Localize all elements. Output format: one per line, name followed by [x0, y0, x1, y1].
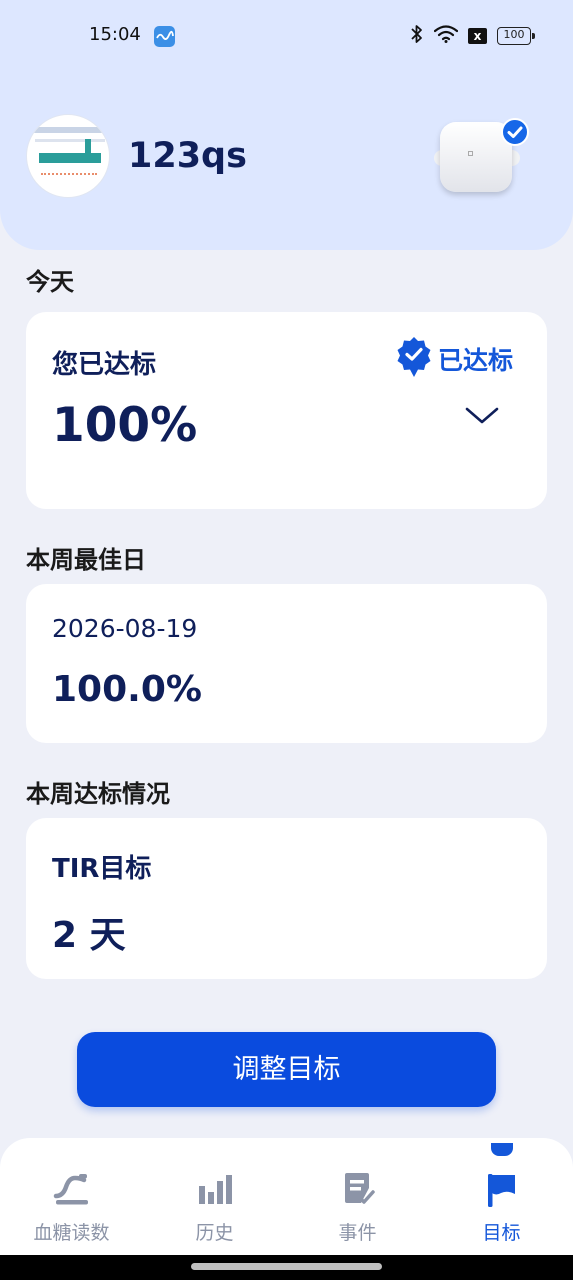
app-screen: 123qs 15:04 x 100 今天 您已达标 100% 已达标 本周最佳日…: [0, 0, 573, 1280]
nav-label-history: 历史: [195, 1222, 234, 1244]
status-time: 15:04: [89, 24, 141, 45]
section-title-weekly: 本周达标情况: [26, 780, 170, 808]
glucose-curve-icon: [53, 1172, 91, 1210]
x-badge-icon: x: [468, 28, 487, 44]
gesture-bar: [0, 1255, 573, 1280]
tir-goal-value: 2 天: [52, 915, 126, 956]
section-title-best-day: 本周最佳日: [26, 546, 146, 574]
username: 123qs: [128, 136, 247, 176]
today-goal-label: 您已达标: [52, 350, 157, 380]
nav-label-goals: 目标: [482, 1222, 521, 1244]
event-note-icon: [341, 1172, 375, 1210]
nav-item-glucose[interactable]: 血糖读数: [0, 1138, 143, 1255]
today-goal-card[interactable]: 您已达标 100% 已达标: [26, 312, 547, 509]
sensor-device[interactable]: [434, 116, 529, 196]
flag-icon: [485, 1172, 519, 1212]
goal-achieved-badge: 已达标: [396, 336, 513, 382]
wifi-icon: [433, 25, 459, 47]
best-day-card: 2026-08-19 100.0%: [26, 584, 547, 743]
best-day-value: 100.0%: [52, 669, 202, 710]
section-title-today: 今天: [26, 268, 74, 296]
weekly-tir-card: TIR目标 2 天: [26, 818, 547, 979]
chevron-down-icon[interactable]: [465, 406, 499, 430]
avatar[interactable]: [26, 114, 110, 198]
status-bar: 15:04 x 100: [0, 0, 573, 72]
tir-goal-label: TIR目标: [52, 854, 152, 884]
award-ribbon-icon: [396, 336, 432, 382]
bar-chart-icon: [197, 1172, 233, 1208]
nav-label-events: 事件: [338, 1222, 377, 1244]
bluetooth-icon: [410, 24, 424, 48]
battery-icon: 100: [497, 27, 535, 45]
home-indicator[interactable]: [191, 1263, 382, 1270]
nav-item-history[interactable]: 历史: [143, 1138, 286, 1255]
nav-label-glucose: 血糖读数: [33, 1222, 110, 1244]
today-goal-value: 100%: [52, 398, 198, 453]
check-circle-icon: [501, 118, 529, 146]
bottom-nav: 血糖读数 历史 事件 目标: [0, 1138, 573, 1255]
best-day-date: 2026-08-19: [52, 614, 198, 643]
app-icon: [154, 26, 175, 47]
active-tab-indicator: [491, 1143, 513, 1156]
adjust-goal-button[interactable]: 调整目标: [77, 1032, 496, 1107]
goal-achieved-text: 已达标: [437, 346, 513, 375]
nav-item-events[interactable]: 事件: [286, 1138, 429, 1255]
